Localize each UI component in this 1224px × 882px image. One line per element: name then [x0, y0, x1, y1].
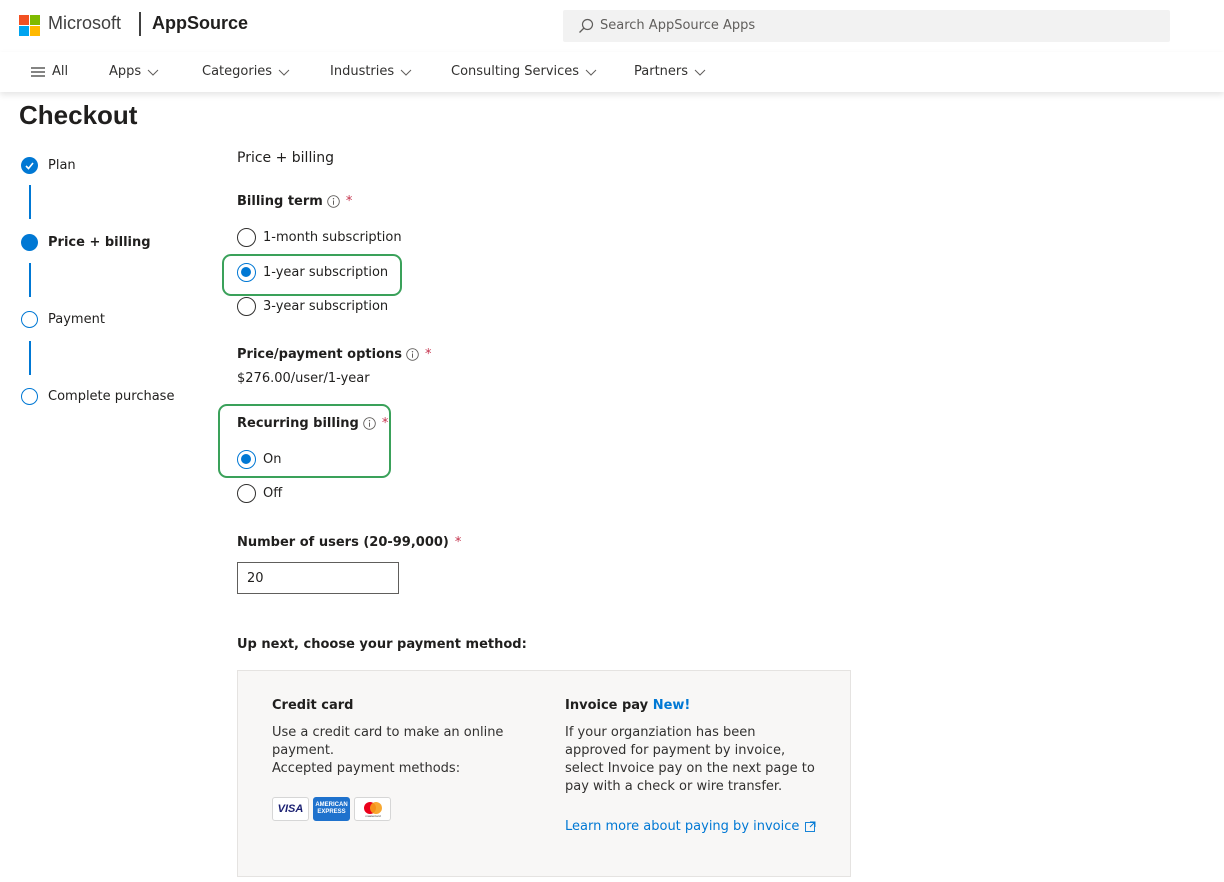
- radio-circle: [237, 484, 256, 503]
- top-bar: Microsoft AppSource Search AppSource App…: [0, 0, 1224, 52]
- step-label: Plan: [48, 158, 76, 173]
- required-mark: *: [345, 194, 353, 209]
- accepted-methods-text: Accepted payment methods:: [272, 761, 461, 776]
- search-icon: [579, 18, 594, 33]
- radio-label: Off: [263, 486, 283, 501]
- nav-categories[interactable]: Categories: [202, 64, 290, 79]
- step-connector: [29, 185, 31, 219]
- step-label: Price + billing: [48, 235, 151, 250]
- credit-card-title: Credit card: [272, 698, 354, 713]
- payment-methods-panel: Credit card Use a credit card to make an…: [237, 670, 851, 877]
- radio-1-month[interactable]: 1-month subscription: [237, 228, 402, 247]
- radio-circle: [237, 228, 256, 247]
- chevron-down-icon: [147, 69, 159, 76]
- external-link-icon: [805, 821, 816, 832]
- amex-text: AMERICAN EXPRESS: [315, 802, 348, 815]
- pending-step-icon: [21, 388, 38, 405]
- step-connector: [29, 263, 31, 297]
- credit-card-text: Use a credit card to make an online paym…: [272, 725, 504, 758]
- brand-name[interactable]: Microsoft: [48, 13, 121, 34]
- users-label: Number of users (20-99,000) *: [237, 535, 461, 550]
- mastercard-text: mastercard: [365, 814, 380, 818]
- radio-3-year[interactable]: 3-year subscription: [237, 297, 388, 316]
- price-options-label: Price/payment options *: [237, 347, 432, 362]
- highlight-annotation: [222, 254, 402, 296]
- search-input[interactable]: Search AppSource Apps: [600, 18, 755, 33]
- current-step-icon: [21, 234, 38, 251]
- nav-apps-label: Apps: [109, 64, 142, 79]
- nav-consulting-label: Consulting Services: [451, 64, 580, 79]
- required-mark: *: [425, 347, 432, 362]
- step-connector: [29, 341, 31, 375]
- search-box[interactable]: Search AppSource Apps: [563, 10, 1170, 42]
- invoice-title: Invoice pay New!: [565, 698, 690, 713]
- price-value: $276.00/user/1-year: [237, 371, 370, 386]
- brand-divider: [139, 12, 141, 36]
- invoice-title-text: Invoice pay: [565, 698, 649, 713]
- nav-all-label: All: [52, 64, 69, 79]
- chevron-down-icon: [400, 69, 412, 76]
- label-text: Number of users (20-99,000): [237, 535, 449, 550]
- chevron-down-icon: [694, 69, 706, 76]
- pending-step-icon: [21, 311, 38, 328]
- step-plan[interactable]: Plan: [21, 157, 76, 174]
- step-label: Complete purchase: [48, 389, 175, 404]
- card-logos: VISA AMERICAN EXPRESS mastercard: [272, 797, 391, 821]
- visa-text: VISA: [277, 803, 304, 815]
- new-badge: New!: [652, 698, 691, 713]
- microsoft-logo-icon[interactable]: [19, 15, 40, 36]
- radio-recurring-off[interactable]: Off: [237, 484, 282, 503]
- step-complete-purchase[interactable]: Complete purchase: [21, 388, 174, 405]
- invoice-description: If your organziation has been approved f…: [565, 725, 815, 794]
- app-name[interactable]: AppSource: [152, 13, 248, 34]
- step-payment[interactable]: Payment: [21, 311, 105, 328]
- nav-industries[interactable]: Industries: [330, 64, 412, 79]
- label-text: Price/payment options: [237, 347, 403, 362]
- nav-apps[interactable]: Apps: [109, 64, 159, 79]
- nav-partners[interactable]: Partners: [634, 64, 706, 79]
- chevron-down-icon: [278, 69, 290, 76]
- amex-icon: AMERICAN EXPRESS: [313, 797, 350, 821]
- chevron-down-icon: [585, 69, 597, 76]
- nav-all-menu[interactable]: All: [30, 64, 68, 79]
- section-title: Price + billing: [237, 150, 334, 166]
- users-count-input[interactable]: [237, 562, 399, 594]
- info-icon[interactable]: [406, 348, 419, 361]
- nav-industries-label: Industries: [330, 64, 395, 79]
- payment-heading: Up next, choose your payment method:: [237, 637, 527, 652]
- mastercard-icon: mastercard: [354, 797, 391, 821]
- highlight-annotation: [218, 404, 391, 478]
- checkmark-icon: [21, 157, 38, 174]
- required-mark: *: [454, 535, 462, 550]
- link-text: Learn more about paying by invoice: [565, 819, 800, 834]
- step-label: Payment: [48, 312, 105, 327]
- step-price-billing[interactable]: Price + billing: [21, 234, 151, 251]
- radio-circle: [237, 297, 256, 316]
- nav-categories-label: Categories: [202, 64, 273, 79]
- hamburger-icon: [31, 66, 45, 77]
- info-icon[interactable]: [327, 195, 340, 208]
- credit-card-description: Use a credit card to make an online paym…: [272, 724, 522, 778]
- radio-label: 1-month subscription: [263, 230, 402, 245]
- label-text: Billing term: [237, 194, 323, 209]
- invoice-learn-more-link[interactable]: Learn more about paying by invoice: [565, 819, 816, 834]
- visa-icon: VISA: [272, 797, 309, 821]
- billing-term-label: Billing term *: [237, 194, 352, 209]
- main-nav: All Apps Categories Industries Consultin…: [0, 52, 1224, 92]
- nav-partners-label: Partners: [634, 64, 689, 79]
- page-title: Checkout: [19, 100, 138, 130]
- nav-consulting-services[interactable]: Consulting Services: [451, 64, 597, 79]
- radio-label: 3-year subscription: [263, 299, 389, 314]
